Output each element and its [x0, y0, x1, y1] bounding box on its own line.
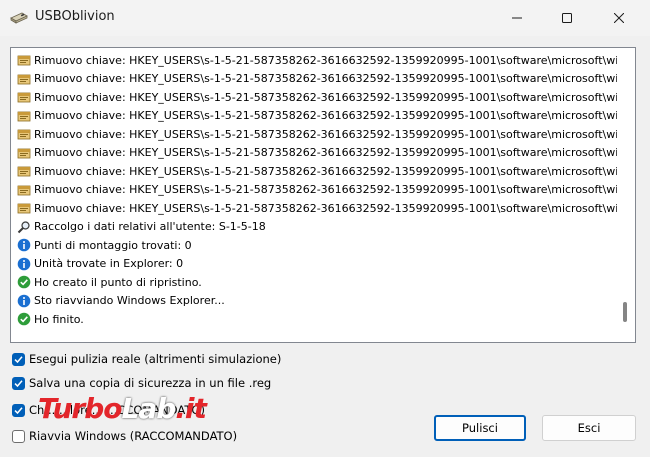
backup-option[interactable]: Salva una copia di sicurezza in un file … [12, 374, 271, 392]
checkmark-icon [14, 355, 23, 363]
watermark-part-it: .it [175, 392, 207, 425]
log-entry-text: Rimuovo chiave: HKEY_USERS\s-1-5-21-5873… [34, 72, 617, 85]
log-entry-text: Rimuovo chiave: HKEY_USERS\s-1-5-21-5873… [34, 90, 617, 104]
log-entry[interactable]: Rimuovo chiave: HKEY_USERS\s-1-5-21-5873… [17, 199, 617, 217]
registry-icon [17, 109, 31, 123]
registry-icon [17, 164, 31, 178]
registry-icon [17, 90, 31, 104]
log-entry[interactable]: Rimuovo chiave: HKEY_USERS\s-1-5-21-5873… [17, 181, 617, 199]
log-entry-text: Rimuovo chiave: HKEY_USERS\s-1-5-21-5873… [34, 183, 617, 196]
minimize-button[interactable] [494, 0, 540, 36]
success-icon [17, 275, 31, 289]
title-bar[interactable]: USBOblivion [0, 0, 650, 36]
turbolab-watermark-logo: TurboLab.it [38, 392, 207, 425]
info-icon [17, 294, 31, 308]
log-entry-text: Rimuovo chiave: HKEY_USERS\s-1-5-21-5873… [34, 127, 617, 141]
maximize-button[interactable] [544, 0, 590, 36]
log-entry-text: Ho finito. [34, 312, 84, 326]
scrollbar-thumb[interactable] [623, 302, 627, 322]
log-entry-text: Ho creato il punto di ripristino. [34, 275, 202, 289]
minimize-icon [512, 17, 522, 19]
checkmark-icon [14, 406, 23, 414]
info-icon [17, 238, 31, 252]
close-icon [614, 13, 624, 23]
real-cleanup-option[interactable]: Esegui pulizia reale (altrimenti simulaz… [12, 350, 281, 368]
log-entry[interactable]: Ho finito. [17, 310, 617, 328]
success-icon [17, 312, 31, 326]
log-entry-text: Rimuovo chiave: HKEY_USERS\s-1-5-21-5873… [34, 146, 617, 159]
log-entry[interactable]: Raccolgo i dati relativi all'utente: S-1… [17, 218, 617, 236]
watermark-part-lab: Lab [121, 392, 177, 425]
backup-checkbox[interactable] [12, 376, 25, 390]
info-icon [17, 257, 31, 271]
window-title: USBOblivion [35, 9, 115, 24]
reboot-checkbox[interactable] [12, 429, 25, 443]
log-entry-text: Unità trovate in Explorer: 0 [34, 257, 184, 270]
clean-button[interactable]: Pulisci [434, 415, 526, 441]
log-entry[interactable]: Sto riavviando Windows Explorer... [17, 292, 617, 310]
reboot-option[interactable]: Riavvia Windows (RACCOMANDATO) [12, 427, 237, 445]
checkmark-icon [14, 379, 23, 387]
log-entry[interactable]: Ho creato il punto di ripristino. [17, 273, 617, 291]
registry-icon [17, 53, 31, 67]
log-entry-text: Rimuovo chiave: HKEY_USERS\s-1-5-21-5873… [34, 164, 617, 178]
registry-icon [17, 183, 31, 197]
log-entry[interactable]: Rimuovo chiave: HKEY_USERS\s-1-5-21-5873… [17, 70, 617, 88]
log-entry[interactable]: Unità trovate in Explorer: 0 [17, 255, 617, 273]
registry-icon [17, 201, 31, 215]
watermark-part-turbo: Turbo [38, 392, 123, 425]
magnifier-icon [17, 220, 31, 234]
registry-icon [17, 146, 31, 160]
log-entry-text: Rimuovo chiave: HKEY_USERS\s-1-5-21-5873… [34, 201, 617, 215]
reboot-label: Riavvia Windows (RACCOMANDATO) [29, 429, 238, 443]
log-entry-text: Rimuovo chiave: HKEY_USERS\s-1-5-21-5873… [34, 53, 617, 67]
log-list[interactable]: Rimuovo chiave: HKEY_USERS\s-1-5-21-5873… [10, 47, 636, 343]
log-entry[interactable]: Rimuovo chiave: HKEY_USERS\s-1-5-21-5873… [17, 144, 617, 162]
close-button[interactable] [596, 0, 642, 36]
log-entry-text: Sto riavviando Windows Explorer... [34, 294, 225, 307]
log-entry[interactable]: Rimuovo chiave: HKEY_USERS\s-1-5-21-5873… [17, 162, 617, 180]
usb-drive-icon [10, 12, 28, 24]
explorer-checkbox[interactable] [12, 403, 25, 417]
registry-icon [17, 127, 31, 141]
registry-icon [17, 72, 31, 86]
real-cleanup-checkbox[interactable] [12, 352, 25, 366]
backup-label: Salva una copia di sicurezza in un file … [29, 376, 272, 390]
maximize-icon [562, 13, 572, 23]
log-entry[interactable]: Rimuovo chiave: HKEY_USERS\s-1-5-21-5873… [17, 107, 617, 125]
log-entry[interactable]: Rimuovo chiave: HKEY_USERS\s-1-5-21-5873… [17, 88, 617, 106]
real-cleanup-label: Esegui pulizia reale (altrimenti simulaz… [29, 352, 282, 366]
exit-button[interactable]: Esci [542, 415, 636, 441]
log-entry-text: Punti di montaggio trovati: 0 [34, 238, 192, 252]
log-entry-text: Rimuovo chiave: HKEY_USERS\s-1-5-21-5873… [34, 109, 617, 122]
log-entry[interactable]: Rimuovo chiave: HKEY_USERS\s-1-5-21-5873… [17, 125, 617, 143]
log-entry[interactable]: Punti di montaggio trovati: 0 [17, 236, 617, 254]
log-entry-text: Raccolgo i dati relativi all'utente: S-1… [34, 220, 266, 233]
log-entry[interactable]: Rimuovo chiave: HKEY_USERS\s-1-5-21-5873… [17, 51, 617, 69]
